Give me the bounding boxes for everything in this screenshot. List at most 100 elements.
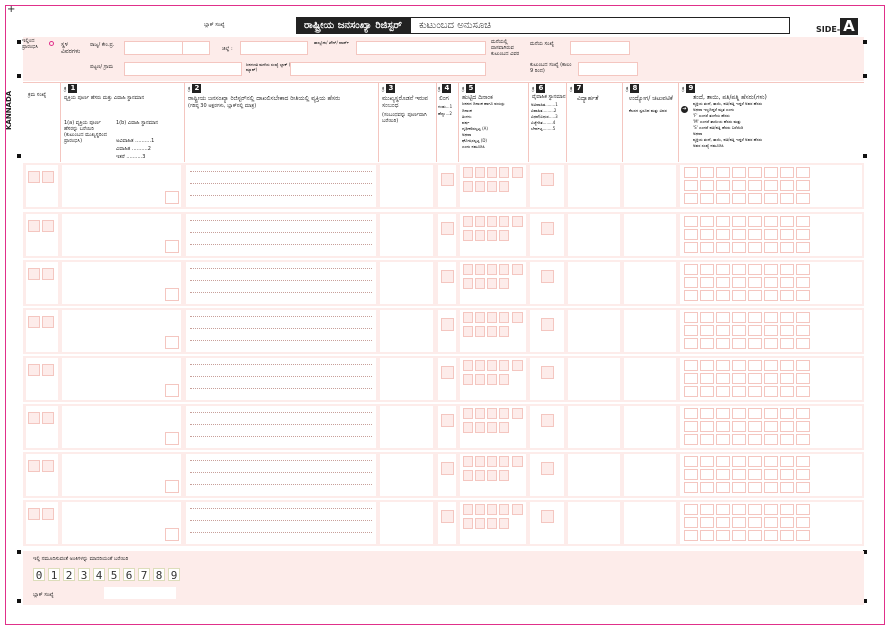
serial-digit-box[interactable] [42, 412, 54, 424]
parent-name-box[interactable] [732, 482, 746, 493]
dob-digit-box[interactable] [487, 518, 497, 529]
serial-digit-box[interactable] [42, 460, 54, 472]
parent-name-box[interactable] [732, 312, 746, 323]
sex-cell[interactable] [438, 214, 456, 256]
dob-digit-box[interactable] [499, 230, 509, 241]
parent-name-box[interactable] [748, 434, 762, 445]
parent-name-box[interactable] [780, 277, 794, 288]
education-cell[interactable] [568, 406, 620, 448]
parent-name-box[interactable] [684, 434, 698, 445]
parent-name-box[interactable] [748, 167, 762, 178]
parent-name-box[interactable] [780, 504, 794, 515]
dob-digit-box[interactable] [487, 422, 497, 433]
parent-name-box[interactable] [732, 277, 746, 288]
marital-cell[interactable] [530, 454, 564, 496]
parent-name-box[interactable] [780, 386, 794, 397]
sex-code-box[interactable] [440, 318, 454, 331]
parent-name-box[interactable] [732, 193, 746, 204]
marital-code-box[interactable] [165, 191, 179, 204]
marital-code-box[interactable] [165, 240, 179, 253]
parent-name-box[interactable] [796, 360, 810, 371]
parent-name-box[interactable] [684, 216, 698, 227]
parent-name-box[interactable] [780, 193, 794, 204]
parent-name-box[interactable] [748, 277, 762, 288]
dob-digit-box[interactable] [463, 167, 473, 178]
parent-name-box[interactable] [748, 469, 762, 480]
dob-type-box[interactable] [512, 264, 523, 275]
relation-cell[interactable] [380, 406, 433, 448]
marital-status-code-box[interactable] [540, 510, 554, 523]
dob-digit-box[interactable] [487, 470, 497, 481]
sex-code-box[interactable] [440, 462, 454, 475]
occupation-cell[interactable] [624, 262, 676, 304]
occupation-cell[interactable] [624, 454, 676, 496]
dob-digit-box[interactable] [499, 216, 509, 227]
parent-name-box[interactable] [716, 386, 730, 397]
parent-name-box[interactable] [700, 482, 714, 493]
sex-cell[interactable] [438, 310, 456, 352]
parent-name-box[interactable] [700, 373, 714, 384]
dob-digit-box[interactable] [463, 518, 473, 529]
marital-status-code-box[interactable] [540, 462, 554, 475]
dob-digit-box[interactable] [475, 312, 485, 323]
parent-name-box[interactable] [732, 456, 746, 467]
dob-digit-box[interactable] [463, 230, 473, 241]
parent-name-box[interactable] [780, 167, 794, 178]
parent-name-box[interactable] [716, 421, 730, 432]
occupation-cell[interactable] [624, 502, 676, 544]
parent-name-box[interactable] [748, 290, 762, 301]
parent-name-box[interactable] [764, 456, 778, 467]
parent-name-box[interactable] [716, 469, 730, 480]
dob-digit-box[interactable] [463, 422, 473, 433]
parent-name-box[interactable] [716, 290, 730, 301]
parent-name-box[interactable] [732, 264, 746, 275]
parent-name-box[interactable] [732, 180, 746, 191]
parent-name-box[interactable] [748, 229, 762, 240]
parent-name-box[interactable] [716, 360, 730, 371]
dob-type-box[interactable] [512, 504, 523, 515]
parent-name-box[interactable] [764, 167, 778, 178]
parent-name-box[interactable] [716, 517, 730, 528]
dob-digit-box[interactable] [487, 181, 497, 192]
dob-digit-box[interactable] [499, 408, 509, 419]
parent-name-box[interactable] [684, 482, 698, 493]
parent-name-box[interactable] [684, 264, 698, 275]
relation-cell[interactable] [380, 214, 433, 256]
relation-cell[interactable] [380, 310, 433, 352]
parent-name-box[interactable] [764, 421, 778, 432]
parent-name-box[interactable] [732, 504, 746, 515]
parent-name-box[interactable] [796, 242, 810, 253]
parent-name-box[interactable] [684, 338, 698, 349]
parent-name-box[interactable] [796, 517, 810, 528]
parent-name-box[interactable] [700, 312, 714, 323]
dob-digit-box[interactable] [499, 264, 509, 275]
parent-name-box[interactable] [764, 216, 778, 227]
parent-name-box[interactable] [748, 180, 762, 191]
parent-name-box[interactable] [764, 530, 778, 541]
education-cell[interactable] [568, 262, 620, 304]
parent-name-box[interactable] [748, 421, 762, 432]
parent-name-box[interactable] [748, 386, 762, 397]
education-cell[interactable] [568, 310, 620, 352]
dob-digit-box[interactable] [475, 518, 485, 529]
parent-name-box[interactable] [764, 229, 778, 240]
dob-digit-box[interactable] [463, 504, 473, 515]
marital-status-code-box[interactable] [540, 222, 554, 235]
parent-name-box[interactable] [716, 216, 730, 227]
parent-name-box[interactable] [700, 338, 714, 349]
parent-name-box[interactable] [780, 180, 794, 191]
parent-name-box[interactable] [684, 530, 698, 541]
parent-name-box[interactable] [700, 408, 714, 419]
serial-digit-box[interactable] [42, 316, 54, 328]
serial-digit-box[interactable] [28, 268, 40, 280]
dob-digit-box[interactable] [487, 326, 497, 337]
parent-name-box[interactable] [684, 421, 698, 432]
dob-type-box[interactable] [512, 216, 523, 227]
serial-digit-box[interactable] [42, 364, 54, 376]
dob-digit-box[interactable] [487, 278, 497, 289]
marital-cell[interactable] [530, 502, 564, 544]
dob-digit-box[interactable] [475, 504, 485, 515]
parent-name-box[interactable] [684, 386, 698, 397]
parent-name-box[interactable] [796, 325, 810, 336]
parent-name-box[interactable] [716, 456, 730, 467]
